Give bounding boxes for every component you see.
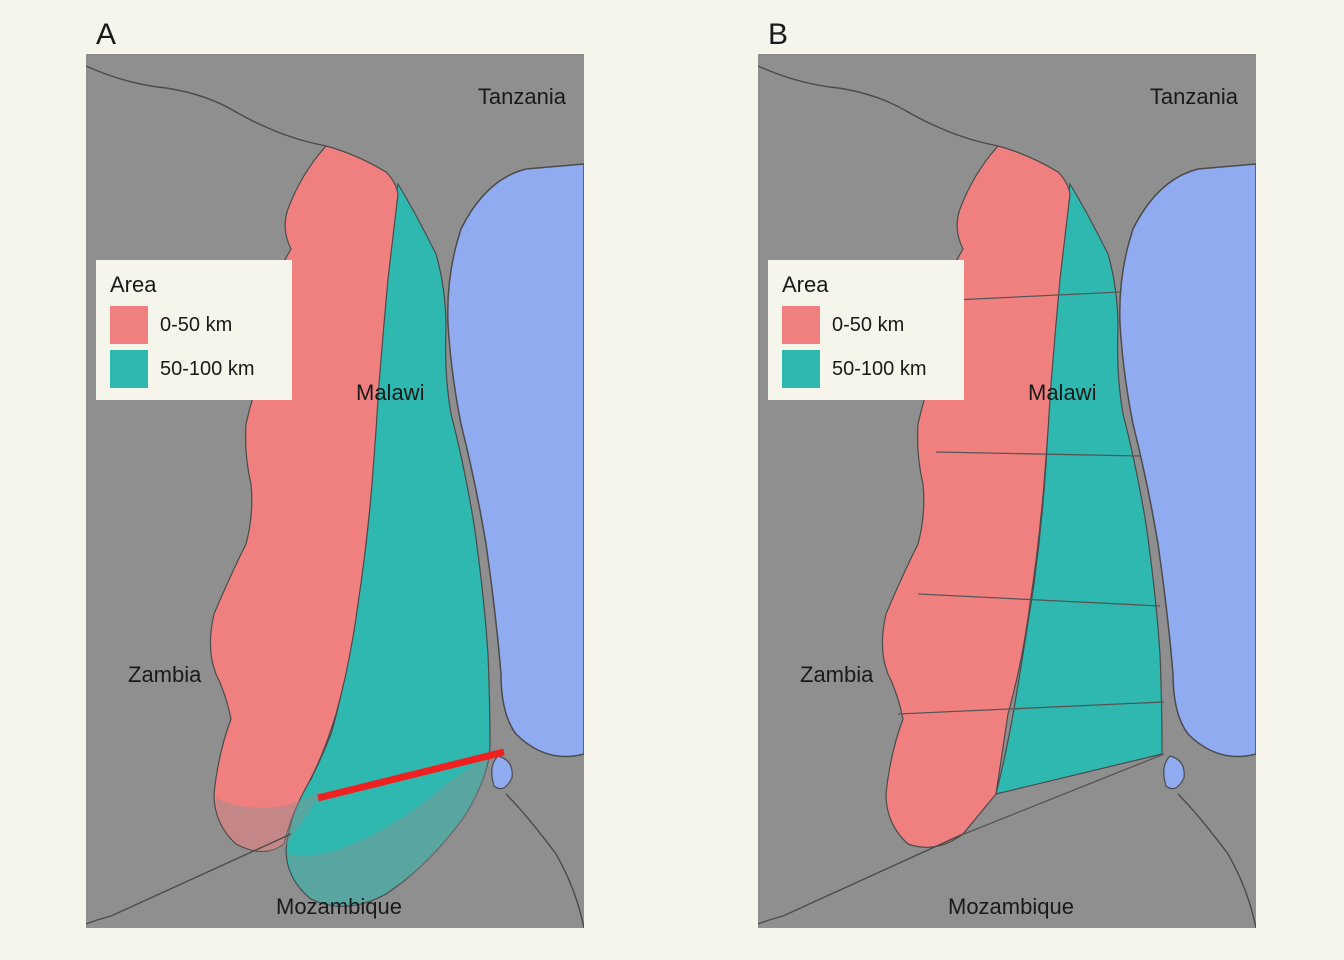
- label-zambia-a: Zambia: [128, 662, 201, 688]
- border-zam-moz-b: [758, 834, 963, 924]
- label-tanzania-b: Tanzania: [1150, 84, 1238, 110]
- legend-label-0: 0-50 km: [160, 314, 232, 337]
- legend-swatch-b1: [782, 350, 820, 388]
- legend-swatch-1: [110, 350, 148, 388]
- legend-swatch-b0: [782, 306, 820, 344]
- legend-row-b1: 50-100 km: [782, 350, 950, 388]
- border-zam-moz: [86, 834, 291, 924]
- map-b: Area 0-50 km 50-100 km Tanzania Malawi Z…: [758, 54, 1256, 928]
- map-svg-b: [758, 54, 1256, 928]
- lake-small: [492, 756, 512, 789]
- panel-b: B: [672, 0, 1344, 960]
- label-mozambique-a: Mozambique: [276, 894, 402, 920]
- map-a: Area 0-50 km 50-100 km Tanzania Malawi Z…: [86, 54, 584, 928]
- legend-row-b0: 0-50 km: [782, 306, 950, 344]
- border-north-b: [758, 66, 998, 146]
- panel-a: A: [0, 0, 672, 960]
- lake-small-b: [1164, 756, 1184, 789]
- border-moz-east-b: [1178, 794, 1256, 928]
- map-svg-a: [86, 54, 584, 928]
- legend-row-0: 0-50 km: [110, 306, 278, 344]
- legend-label-b1: 50-100 km: [832, 358, 927, 381]
- legend-swatch-0: [110, 306, 148, 344]
- legend-title: Area: [110, 272, 278, 298]
- label-malawi-a: Malawi: [356, 380, 424, 406]
- border-north: [86, 66, 326, 146]
- label-zambia-b: Zambia: [800, 662, 873, 688]
- label-malawi-b: Malawi: [1028, 380, 1096, 406]
- panel-letter-b: B: [768, 18, 788, 52]
- border-moz-east: [506, 794, 584, 928]
- panel-letter-a: A: [96, 18, 116, 52]
- legend-title-b: Area: [782, 272, 950, 298]
- legend-label-1: 50-100 km: [160, 358, 255, 381]
- legend-a: Area 0-50 km 50-100 km: [96, 260, 292, 400]
- legend-label-b0: 0-50 km: [832, 314, 904, 337]
- legend-b: Area 0-50 km 50-100 km: [768, 260, 964, 400]
- legend-row-1: 50-100 km: [110, 350, 278, 388]
- label-mozambique-b: Mozambique: [948, 894, 1074, 920]
- label-tanzania-a: Tanzania: [478, 84, 566, 110]
